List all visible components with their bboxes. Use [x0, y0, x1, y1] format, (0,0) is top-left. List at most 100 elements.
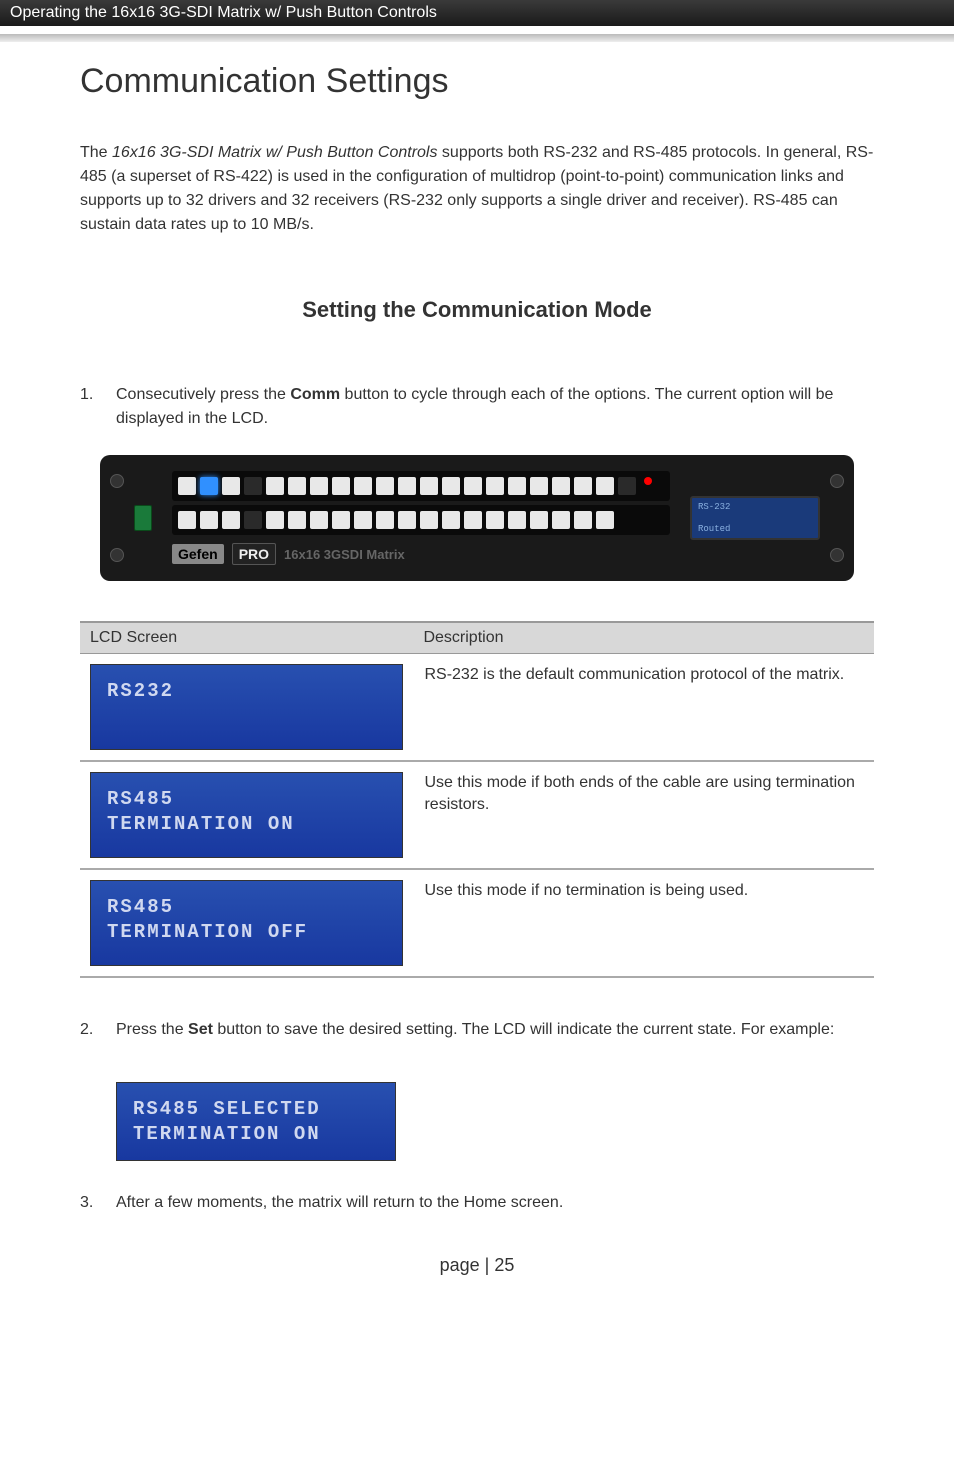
step-2-text: Press the Set button to save the desired… — [116, 1018, 874, 1042]
panel-button — [442, 511, 460, 529]
button-area: Gefen PRO 16x16 3GSDI Matrix — [172, 471, 670, 565]
brand-gefen: Gefen — [172, 544, 224, 564]
button-row-bottom — [172, 505, 670, 535]
panel-button — [420, 477, 438, 495]
panel-button — [354, 477, 372, 495]
step-2-bold: Set — [188, 1021, 213, 1038]
step-3-number: 3. — [80, 1191, 116, 1215]
gradient-strip — [0, 34, 954, 42]
panel-button — [354, 511, 372, 529]
power-section — [134, 505, 152, 531]
red-led-icon — [644, 477, 652, 485]
panel-button — [376, 477, 394, 495]
panel-button — [398, 477, 416, 495]
panel-button — [442, 477, 460, 495]
modes-table: LCD Screen Description RS232 RS-232 is t… — [80, 621, 874, 978]
panel-button — [574, 477, 592, 495]
panel-button — [310, 511, 328, 529]
intro-paragraph: The 16x16 3G-SDI Matrix w/ Push Button C… — [80, 141, 874, 237]
panel-button-lit — [200, 477, 218, 495]
table-header-desc: Description — [413, 623, 874, 653]
table-cell-lcd: RS485TERMINATION OFF — [80, 870, 413, 976]
panel-button — [596, 511, 614, 529]
brand-row: Gefen PRO 16x16 3GSDI Matrix — [172, 543, 670, 565]
panel-button — [332, 477, 350, 495]
screw-icon — [830, 548, 844, 562]
step-2: 2. Press the Set button to save the desi… — [80, 1018, 874, 1042]
panel-button — [552, 511, 570, 529]
panel-button — [486, 477, 504, 495]
panel-button — [486, 511, 504, 529]
table-cell-desc: RS-232 is the default communication prot… — [413, 654, 874, 760]
device-lcd-top: RS-232 — [698, 502, 812, 512]
table-header: LCD Screen Description — [80, 621, 874, 654]
device-panel: Gefen PRO 16x16 3GSDI Matrix RS-232 Route… — [134, 471, 820, 565]
page-footer: page | 25 — [80, 1255, 874, 1276]
panel-button — [222, 477, 240, 495]
table-cell-lcd: RS485TERMINATION ON — [80, 762, 413, 868]
step-1-bold: Comm — [290, 386, 340, 403]
screw-icon — [830, 474, 844, 488]
step-3-text: After a few moments, the matrix will ret… — [116, 1191, 874, 1215]
lcd-screen: RS232 — [90, 664, 403, 750]
panel-button — [266, 477, 284, 495]
panel-button — [310, 477, 328, 495]
screw-icon — [110, 548, 124, 562]
header-banner: Operating the 16x16 3G-SDI Matrix w/ Pus… — [0, 0, 954, 26]
device-lcd: RS-232 Routed — [690, 496, 820, 540]
table-row: RS485TERMINATION ON Use this mode if bot… — [80, 762, 874, 870]
step-2-post: button to save the desired setting. The … — [213, 1021, 834, 1038]
panel-button — [508, 477, 526, 495]
page-content: Communication Settings The 16x16 3G-SDI … — [0, 62, 954, 1316]
panel-button — [288, 511, 306, 529]
step-1-pre: Consecutively press the — [116, 386, 290, 403]
panel-button — [178, 511, 196, 529]
lcd-screen: RS485TERMINATION ON — [90, 772, 403, 858]
panel-button — [376, 511, 394, 529]
table-row: RS232 RS-232 is the default communicatio… — [80, 654, 874, 762]
step-3: 3. After a few moments, the matrix will … — [80, 1191, 874, 1215]
lcd-example: RS485 SELECTEDTERMINATION ON — [116, 1082, 396, 1161]
subheading: Setting the Communication Mode — [80, 297, 874, 323]
panel-button — [464, 477, 482, 495]
panel-button — [288, 477, 306, 495]
panel-button — [398, 511, 416, 529]
lcd-screen: RS485TERMINATION OFF — [90, 880, 403, 966]
brand-pro: PRO — [232, 543, 276, 565]
panel-button — [420, 511, 438, 529]
right-screws — [830, 474, 844, 562]
panel-button — [464, 511, 482, 529]
panel-button — [552, 477, 570, 495]
device-illustration: Gefen PRO 16x16 3GSDI Matrix RS-232 Route… — [100, 455, 854, 581]
screw-icon — [110, 474, 124, 488]
panel-button — [178, 477, 196, 495]
button-row-top — [172, 471, 670, 501]
intro-italic: 16x16 3G-SDI Matrix w/ Push Button Contr… — [112, 144, 437, 161]
panel-button — [530, 477, 548, 495]
panel-button-dark — [244, 511, 262, 529]
page-title: Communication Settings — [80, 62, 874, 101]
brand-sub: 16x16 3GSDI Matrix — [284, 547, 405, 562]
panel-button-dark — [618, 477, 636, 495]
intro-prefix: The — [80, 144, 112, 161]
step-1: 1. Consecutively press the Comm button t… — [80, 383, 874, 431]
step-1-text: Consecutively press the Comm button to c… — [116, 383, 874, 431]
power-button-icon — [134, 505, 152, 531]
panel-button — [530, 511, 548, 529]
step-2-number: 2. — [80, 1018, 116, 1042]
panel-button — [200, 511, 218, 529]
table-cell-desc: Use this mode if no termination is being… — [413, 870, 874, 976]
panel-button — [596, 477, 614, 495]
step-1-number: 1. — [80, 383, 116, 431]
panel-button — [332, 511, 350, 529]
step-2-pre: Press the — [116, 1021, 188, 1038]
panel-button — [222, 511, 240, 529]
panel-button — [266, 511, 284, 529]
device-lcd-bottom: Routed — [698, 524, 812, 534]
table-cell-desc: Use this mode if both ends of the cable … — [413, 762, 874, 868]
left-screws — [110, 474, 124, 562]
panel-button-dark — [244, 477, 262, 495]
panel-button — [508, 511, 526, 529]
table-cell-lcd: RS232 — [80, 654, 413, 760]
table-header-lcd: LCD Screen — [80, 623, 413, 653]
